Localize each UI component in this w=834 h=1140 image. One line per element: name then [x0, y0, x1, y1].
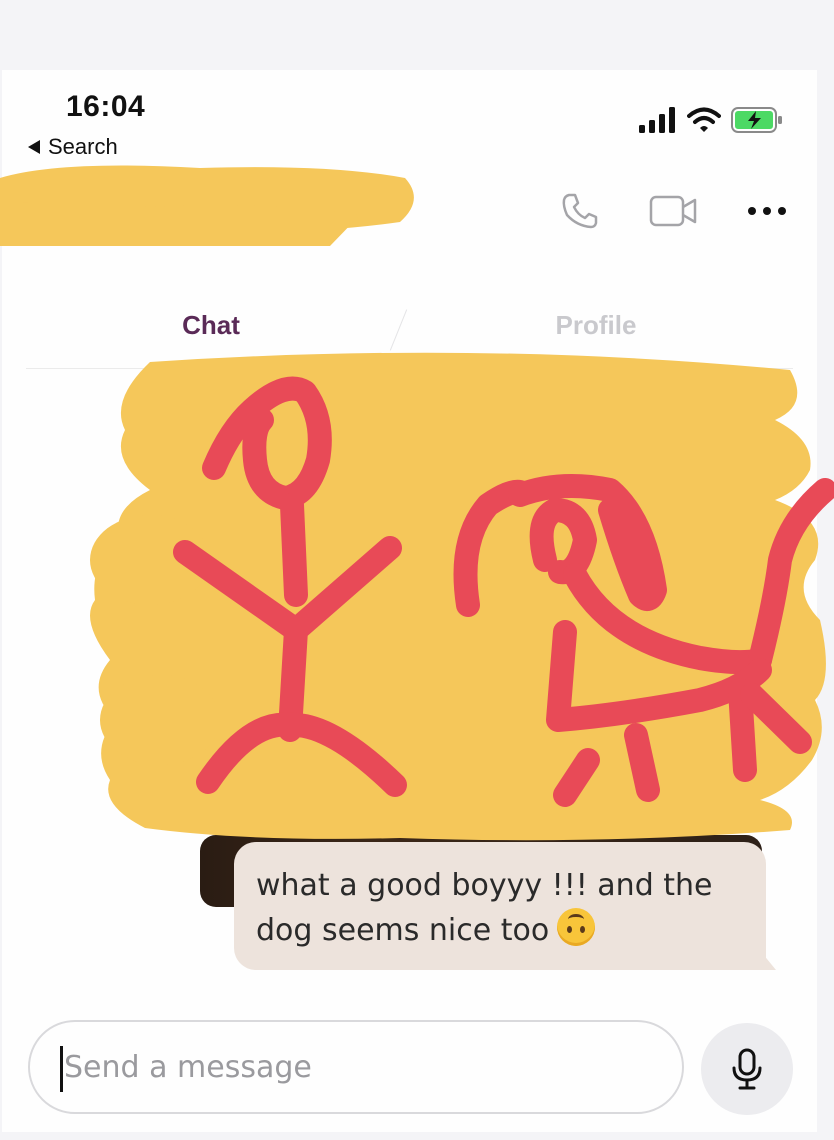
battery-charging-icon	[731, 107, 782, 133]
back-arrow-icon	[28, 140, 40, 154]
header-actions	[561, 192, 787, 230]
upside-down-face-icon	[557, 908, 596, 946]
back-label: Search	[48, 134, 118, 159]
message-text: what a good boyyy !!! and the dog seems …	[256, 868, 713, 948]
tab-chat[interactable]: Chat	[31, 310, 391, 341]
status-time: 16:04	[66, 90, 146, 123]
text-cursor	[60, 1046, 63, 1092]
microphone-button[interactable]	[701, 1023, 793, 1115]
message-composer[interactable]	[28, 1020, 684, 1114]
tab-divider	[389, 309, 408, 351]
message-input[interactable]	[64, 1050, 644, 1085]
more-icon[interactable]	[747, 205, 787, 217]
signal-icon	[639, 107, 675, 133]
back-button[interactable]: Search	[28, 134, 118, 160]
phone-icon[interactable]	[561, 192, 599, 230]
microphone-icon	[732, 1048, 762, 1090]
wifi-icon	[687, 107, 721, 132]
tab-profile[interactable]: Profile	[416, 310, 776, 341]
status-icons	[639, 106, 783, 134]
video-camera-icon[interactable]	[649, 194, 697, 228]
message-bubble: what a good boyyy !!! and the dog seems …	[234, 842, 766, 970]
bubble-tail	[758, 948, 776, 970]
phone-screen: 16:04 Search Chat Profile what a good bo…	[2, 70, 817, 1132]
tab-bar: Chat Profile	[26, 302, 793, 369]
